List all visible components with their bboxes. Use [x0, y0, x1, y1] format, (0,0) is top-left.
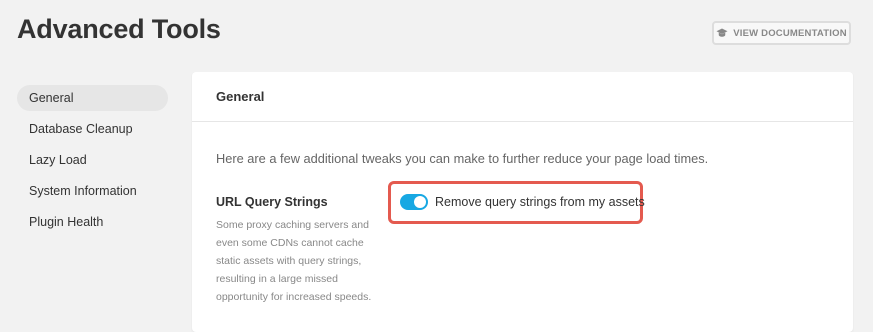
sidebar-item-database-cleanup[interactable]: Database Cleanup	[17, 116, 168, 142]
panel-title: General	[192, 72, 853, 122]
toggle-knob	[414, 196, 426, 208]
settings-panel: General Here are a few additional tweaks…	[192, 72, 853, 332]
sidebar-item-plugin-health[interactable]: Plugin Health	[17, 209, 168, 235]
sidebar-nav: General Database Cleanup Lazy Load Syste…	[17, 85, 168, 240]
sidebar-item-lazy-load[interactable]: Lazy Load	[17, 147, 168, 173]
option-title: URL Query Strings	[216, 195, 328, 209]
remove-query-strings-toggle[interactable]	[400, 194, 428, 210]
view-documentation-label: VIEW DOCUMENTATION	[733, 27, 847, 39]
graduation-cap-icon	[716, 28, 728, 37]
sidebar-item-general[interactable]: General	[17, 85, 168, 111]
option-description: Some proxy caching servers and even some…	[216, 219, 372, 303]
page-title: Advanced Tools	[17, 14, 221, 44]
view-documentation-button[interactable]: VIEW DOCUMENTATION	[712, 21, 851, 45]
sidebar-item-system-information[interactable]: System Information	[17, 178, 168, 204]
toggle-label[interactable]: Remove query strings from my assets	[435, 195, 645, 209]
panel-intro-text: Here are a few additional tweaks you can…	[216, 151, 709, 166]
